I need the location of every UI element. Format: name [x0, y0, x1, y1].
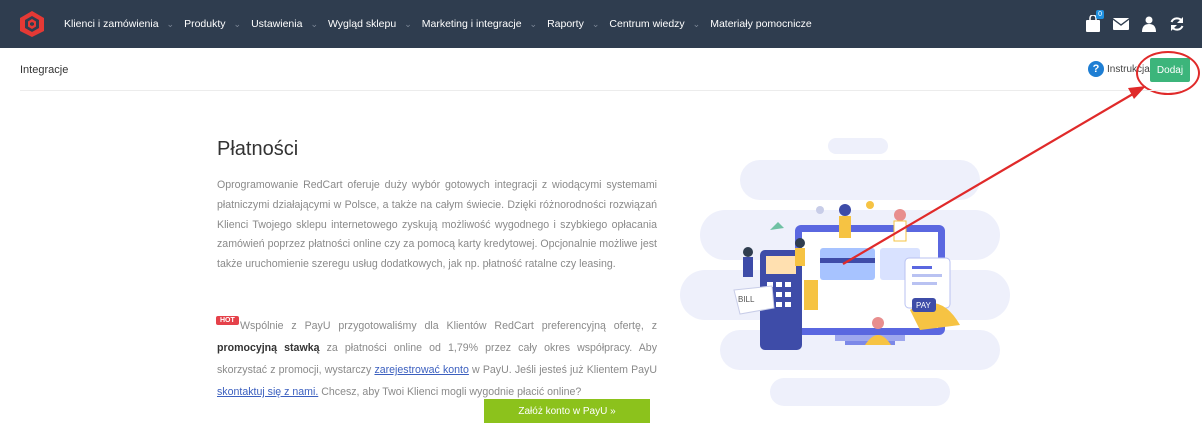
- cart-badge: 0: [1096, 10, 1104, 19]
- nav-item-label: Centrum wiedzy: [609, 18, 685, 30]
- user-icon[interactable]: [1138, 13, 1160, 35]
- promo-text: Wspólnie z PayU przygotowaliśmy dla Klie…: [217, 315, 657, 403]
- redcart-logo[interactable]: [18, 10, 46, 38]
- nav-item-label: Raporty: [547, 18, 584, 30]
- promo-part1: Wspólnie z PayU przygotowaliśmy dla Klie…: [240, 320, 657, 332]
- nav-item-label: Ustawienia: [251, 18, 303, 30]
- nav-item-5[interactable]: Raporty ⌄: [547, 18, 599, 30]
- nav-item-0[interactable]: Klienci i zamówienia ⌄: [64, 18, 174, 30]
- help-icon: ?: [1088, 61, 1104, 77]
- annotation-ellipse: [1136, 51, 1200, 95]
- nav-item-2[interactable]: Ustawienia ⌄: [251, 18, 318, 30]
- chevron-down-icon: ⌄: [529, 18, 538, 29]
- nav-item-label: Marketing i integracje: [421, 18, 522, 30]
- chevron-down-icon: ⌄: [310, 18, 318, 29]
- nav-item-3[interactable]: Wygląd sklepu ⌄: [328, 18, 412, 30]
- hot-badge: HOT: [216, 316, 239, 325]
- nav-item-6[interactable]: Centrum wiedzy ⌄: [609, 18, 700, 30]
- chevron-down-icon: ⌄: [166, 18, 175, 29]
- top-icons: 0: [1076, 10, 1188, 35]
- chevron-down-icon: ⌄: [692, 18, 701, 29]
- chevron-down-icon: ⌄: [591, 18, 600, 29]
- nav-item-label: Materiały pomocnicze: [710, 18, 812, 30]
- nav-item-4[interactable]: Marketing i integracje ⌄: [422, 18, 537, 30]
- payu-register-button[interactable]: Załóż konto w PayU »: [484, 399, 650, 423]
- pay-label: PAY: [916, 301, 931, 310]
- contact-us-link[interactable]: skontaktuj się z nami.: [217, 386, 318, 398]
- promo-part3: w PayU. Jeśli jesteś już Klientem PayU: [468, 364, 657, 376]
- mail-icon[interactable]: [1110, 13, 1132, 35]
- section-description: Oprogramowanie RedCart oferuje duży wybó…: [217, 179, 657, 271]
- nav-item-1[interactable]: Produkty ⌄: [184, 18, 241, 30]
- bill-label: BILL: [738, 295, 755, 304]
- header-divider: [20, 90, 1182, 91]
- bag-icon[interactable]: 0: [1082, 10, 1104, 35]
- section-heading: Płatności: [217, 138, 299, 160]
- chevron-down-icon: ⌄: [404, 18, 412, 29]
- register-account-link[interactable]: zarejestrować konto: [374, 364, 468, 376]
- promo-part4: Chcesz, aby Twoi Klienci mogli wygodnie …: [318, 386, 582, 398]
- nav-item-label: Produkty: [184, 18, 226, 30]
- nav-item-label: Klienci i zamówienia: [64, 18, 159, 30]
- main-menu: Klienci i zamówienia ⌄ Produkty ⌄ Ustawienia…: [64, 0, 822, 48]
- page-title: Integracje: [20, 64, 69, 76]
- payments-illustration: BILL PAY: [680, 138, 1010, 406]
- nav-item-label: Wygląd sklepu: [327, 18, 397, 30]
- promo-bold: promocyjną stawką: [217, 342, 320, 354]
- top-navigation-bar: Klienci i zamówienia ⌄ Produkty ⌄ Ustawienia…: [0, 0, 1202, 48]
- refresh-icon[interactable]: [1166, 13, 1188, 35]
- chevron-down-icon: ⌄: [233, 18, 242, 29]
- nav-item-7[interactable]: Materiały pomocnicze: [710, 18, 812, 30]
